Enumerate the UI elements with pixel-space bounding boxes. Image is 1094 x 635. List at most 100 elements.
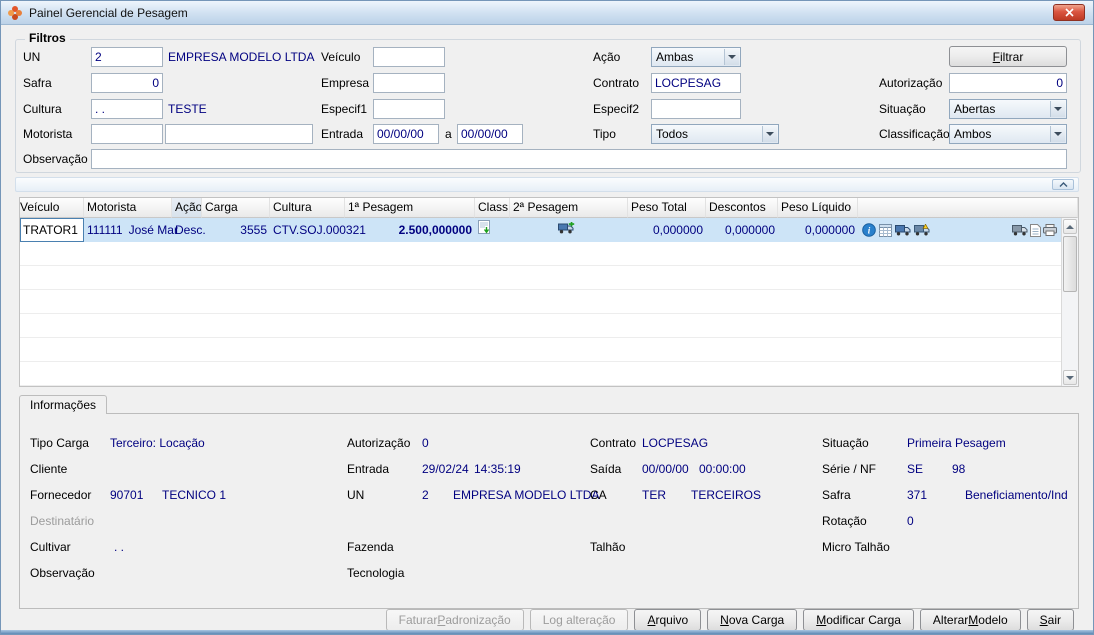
column-header-motorista[interactable]: Motorista <box>84 198 172 218</box>
classificacao-selected-value: Ambos <box>954 127 992 141</box>
info-entrada-date: 29/02/24 <box>422 462 469 476</box>
weighing-ticket-icon[interactable] <box>478 220 490 234</box>
veiculo-input[interactable] <box>373 47 445 67</box>
un-description: EMPRESA MODELO LTDA <box>168 50 315 64</box>
table-empty-rows <box>20 242 1078 386</box>
cultivar-label: Cultivar <box>30 540 71 554</box>
truck-blue-icon[interactable] <box>895 224 911 236</box>
safra-label: Safra <box>23 76 52 90</box>
column-header-empty <box>858 198 1078 218</box>
truck-warning-icon[interactable] <box>914 224 930 236</box>
ca-code: TER <box>642 488 666 502</box>
app-logo-icon <box>7 5 23 21</box>
nova-carga-button[interactable]: Nova Carga <box>707 609 798 631</box>
row-actions: i <box>858 223 1078 237</box>
especif1-label: Especif1 <box>321 102 368 116</box>
info-situacao-label: Situação <box>822 436 869 450</box>
observacao-input[interactable] <box>91 149 1067 169</box>
vehicle-cell[interactable]: TRATOR1 <box>20 218 84 242</box>
especif1-input[interactable] <box>373 99 445 119</box>
info-safra-value: 371 <box>907 488 928 502</box>
sair-button[interactable]: Sair <box>1026 609 1074 631</box>
info-entrada-time: 14:35:19 <box>474 462 521 476</box>
column-header-acao[interactable]: Ação <box>172 198 202 218</box>
saida-time: 00:00:00 <box>699 462 746 476</box>
details-grid-icon[interactable] <box>879 223 892 237</box>
autorizacao-input[interactable] <box>949 73 1067 93</box>
info-contrato-label: Contrato <box>590 436 637 450</box>
truck-gray-icon[interactable] <box>1012 224 1028 236</box>
acao-cell: Desc. <box>175 223 206 237</box>
alterar-modelo-button[interactable]: Alterar Modelo <box>919 609 1021 631</box>
tab-informacoes[interactable]: Informações <box>19 395 108 414</box>
contrato-input[interactable] <box>651 73 741 93</box>
tipo-select[interactable]: Todos <box>651 124 779 144</box>
tecnologia-label: Tecnologia <box>347 566 405 580</box>
truck-add-icon[interactable] <box>558 222 575 234</box>
column-header-segunda-pesagem[interactable]: 2ª Pesagem <box>510 198 628 218</box>
modificar-carga-button[interactable]: Modificar Carga <box>803 609 914 631</box>
motorista-code-input[interactable] <box>91 124 163 144</box>
info-entrada-label: Entrada <box>347 462 390 476</box>
entrada-to-input[interactable] <box>457 124 523 144</box>
info-safra-label: Safra <box>822 488 851 502</box>
fornecedor-code: 90701 <box>110 488 144 502</box>
table-scrollbar[interactable] <box>1061 218 1078 386</box>
column-header-carga[interactable]: Carga <box>202 198 270 218</box>
classificacao-select[interactable]: Ambos <box>949 124 1067 144</box>
column-header-cultura[interactable]: Cultura <box>270 198 345 218</box>
primeira-pesagem-cell: 2.500,000000 <box>398 223 472 237</box>
window-title: Painel Gerencial de Pesagem <box>29 5 188 20</box>
info-safra-description: Beneficiamento/Ind <box>965 488 1068 502</box>
especif2-input[interactable] <box>651 99 741 119</box>
safra-input[interactable] <box>91 73 163 93</box>
entrada-from-input[interactable] <box>373 124 439 144</box>
especif2-label: Especif2 <box>593 102 640 116</box>
chevron-down-icon <box>762 126 777 142</box>
rotacao-value: 0 <box>907 514 914 528</box>
column-header-peso-total[interactable]: Peso Total <box>628 198 706 218</box>
un-input[interactable] <box>91 47 163 67</box>
contrato-label: Contrato <box>593 76 640 90</box>
faturar-padronizacao-button: Faturar Padronização <box>385 609 524 631</box>
acao-select[interactable]: Ambas <box>651 47 741 67</box>
veiculo-label: Veículo <box>321 50 361 64</box>
info-icon[interactable]: i <box>862 223 876 237</box>
scroll-down-arrow-icon[interactable] <box>1063 370 1077 385</box>
tipo-label: Tipo <box>593 127 616 141</box>
table-header-row: Veículo Motorista Ação Carga Cultura 1ª … <box>20 198 1078 218</box>
empresa-input[interactable] <box>373 73 445 93</box>
printer-icon[interactable] <box>1043 224 1057 236</box>
saida-date: 00/00/00 <box>642 462 689 476</box>
column-header-peso-liquido[interactable]: Peso Líquido <box>778 198 858 218</box>
column-header-veiculo[interactable]: Veículo <box>20 198 84 218</box>
motorista-cell: 111111 José Mar <box>84 218 178 242</box>
column-header-primeira-pesagem[interactable]: 1ª Pesagem <box>345 198 475 218</box>
scrollbar-thumb[interactable] <box>1063 236 1077 292</box>
info-contrato-value: LOCPESAG <box>642 436 709 450</box>
peso-total-cell: 0,000000 <box>652 223 703 237</box>
motorista-label: Motorista <box>23 127 73 141</box>
document-icon[interactable] <box>1030 223 1041 237</box>
class-cell <box>475 218 510 242</box>
arquivo-button[interactable]: Arquivo <box>634 609 702 631</box>
column-header-class[interactable]: Class. <box>475 198 510 218</box>
motorista-name-input[interactable] <box>165 124 313 144</box>
motorista-code: 111111 <box>87 223 123 237</box>
situacao-select[interactable]: Abertas <box>949 99 1067 119</box>
classificacao-label: Classificação <box>879 127 950 141</box>
collapse-filters-button[interactable] <box>1052 179 1074 190</box>
info-panel: Tipo Carga Terceiro: Locação Autorização… <box>19 413 1079 609</box>
cultura-input[interactable] <box>91 99 163 119</box>
filtrar-button[interactable]: Filtrar <box>949 46 1067 67</box>
close-button[interactable] <box>1053 4 1085 21</box>
micro-talhao-label: Micro Talhão <box>822 540 890 554</box>
scroll-up-arrow-icon[interactable] <box>1063 219 1077 234</box>
log-alteracao-button: Log alteração <box>529 609 629 631</box>
info-un-description: EMPRESA MODELO LTDA <box>453 488 600 502</box>
info-un-label: UN <box>347 488 365 502</box>
serie-nf-label: Série / NF <box>822 462 877 476</box>
table-row[interactable]: TRATOR1 111111 José Mar Desc. 3555 CTV.SO… <box>20 218 1078 242</box>
column-header-descontos[interactable]: Descontos <box>706 198 778 218</box>
acao-selected-value: Ambas <box>656 50 694 64</box>
